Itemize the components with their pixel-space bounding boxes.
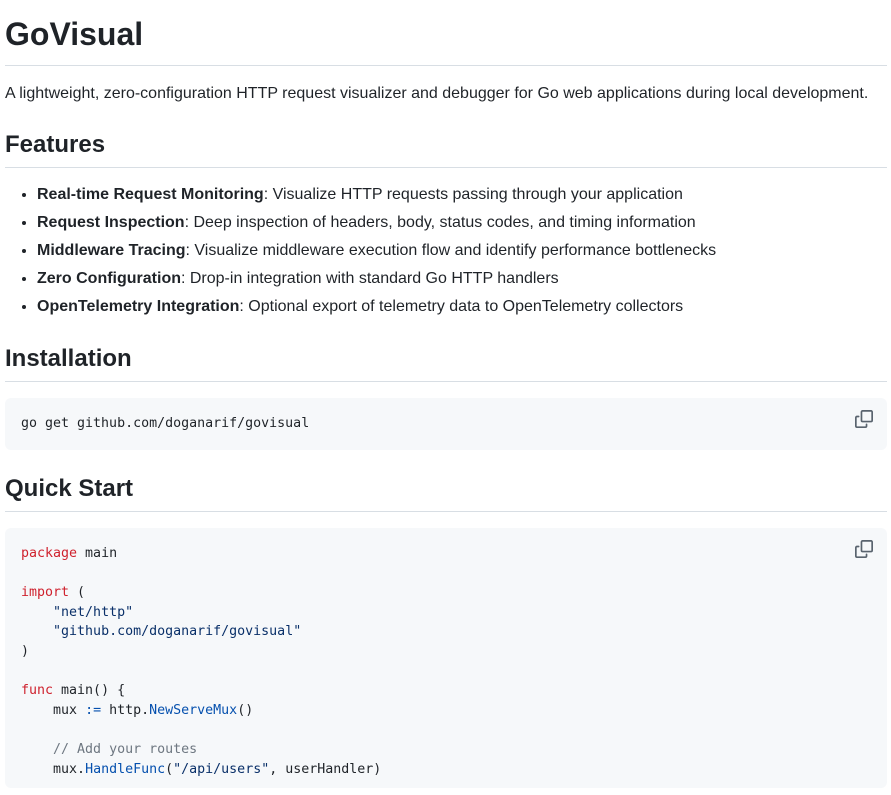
list-item: Zero Configuration: Drop-in integration …: [37, 268, 716, 290]
install-code-block: go get github.com/doganarif/govisual: [5, 398, 887, 450]
feature-desc: : Visualize HTTP requests passing throug…: [263, 186, 683, 203]
intro-paragraph: A lightweight, zero-configuration HTTP r…: [5, 85, 869, 102]
code-text: (): [237, 702, 254, 718]
installation-divider: [5, 381, 887, 382]
feature-name: Zero Configuration: [37, 270, 181, 287]
code-text: mux: [53, 702, 86, 718]
code-string: "net/http": [53, 604, 134, 620]
features-heading: Features: [5, 131, 106, 158]
code-text: , userHandler): [269, 761, 382, 777]
install-command: go get github.com/doganarif/govisual: [21, 416, 310, 431]
code-keyword: package: [21, 546, 78, 561]
code-text: (: [69, 585, 86, 601]
code-text: main() {: [53, 683, 126, 699]
installation-heading: Installation: [5, 345, 132, 372]
copy-install-button[interactable]: [855, 410, 873, 428]
feature-desc: : Optional export of telemetry data to O…: [239, 298, 684, 315]
code-keyword: import: [21, 585, 70, 601]
copy-icon: [855, 410, 873, 428]
list-item: Middleware Tracing: Visualize middleware…: [37, 240, 716, 262]
quickstart-code-block: package main import ( "net/http" "github…: [5, 528, 887, 788]
code-text: http.: [101, 702, 150, 718]
list-item: Real-time Request Monitoring: Visualize …: [37, 184, 716, 206]
code-listing: package main import ( "net/http" "github…: [5, 528, 887, 795]
list-item: Request Inspection: Deep inspection of h…: [37, 212, 716, 234]
code-function: HandleFunc: [85, 761, 166, 777]
page-title: GoVisual: [5, 16, 144, 52]
code-text: (: [165, 761, 174, 777]
code-text: main: [77, 546, 118, 561]
feature-name: OpenTelemetry Integration: [37, 298, 240, 315]
copy-icon: [855, 540, 873, 558]
list-item: OpenTelemetry Integration: Optional expo…: [37, 296, 716, 318]
copy-quickstart-button[interactable]: [855, 540, 873, 558]
code-function: NewServeMux: [149, 702, 238, 718]
code-string: "/api/users": [173, 761, 270, 777]
quickstart-divider: [5, 511, 887, 512]
feature-name: Middleware Tracing: [37, 242, 186, 259]
feature-name: Real-time Request Monitoring: [37, 186, 264, 203]
feature-name: Request Inspection: [37, 214, 185, 231]
code-operator: :=: [85, 702, 102, 718]
feature-desc: : Visualize middleware execution flow an…: [185, 242, 717, 259]
features-divider: [5, 167, 887, 168]
code-text: ): [21, 643, 30, 659]
feature-desc: : Drop-in integration with standard Go H…: [180, 270, 559, 287]
feature-desc: : Deep inspection of headers, body, stat…: [184, 214, 696, 231]
title-divider: [5, 65, 887, 66]
code-keyword: func: [21, 683, 54, 699]
code-text: mux.: [53, 761, 86, 777]
quickstart-heading: Quick Start: [5, 475, 134, 502]
code-comment: // Add your routes: [53, 741, 198, 757]
code-string: "github.com/doganarif/govisual": [53, 624, 302, 640]
features-list: Real-time Request Monitoring: Visualize …: [5, 184, 716, 324]
